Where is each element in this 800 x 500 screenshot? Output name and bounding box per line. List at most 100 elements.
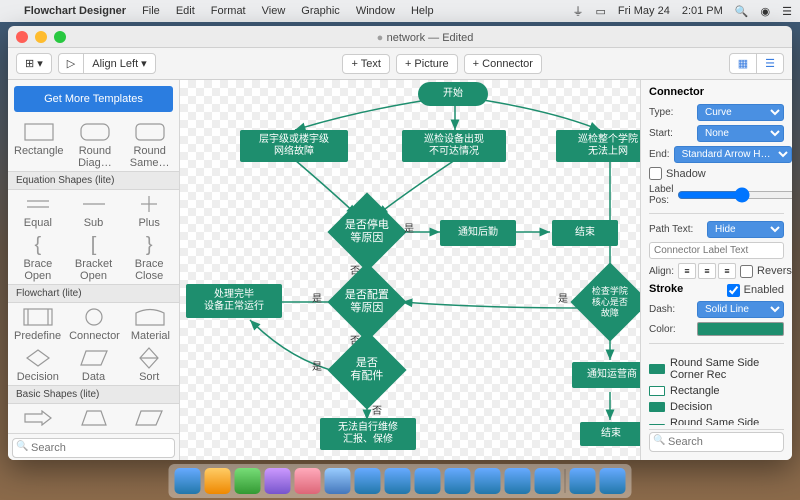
node-end-2[interactable]: 结束	[580, 422, 640, 446]
dock-app[interactable]	[505, 468, 531, 494]
notifications-icon[interactable]: ☰	[782, 5, 792, 18]
reverse-checkbox[interactable]	[740, 265, 753, 278]
node-campus[interactable]: 巡检整个学院 无法上网	[556, 130, 640, 162]
connector-label-input[interactable]	[649, 242, 784, 259]
zoom-button[interactable]	[54, 31, 66, 43]
type-select[interactable]: Curve	[697, 104, 784, 121]
shape-connector[interactable]: Connector	[69, 305, 120, 342]
node-inspect[interactable]: 巡检设备出现 不可达情况	[402, 130, 506, 162]
add-picture-button[interactable]: + Picture	[396, 54, 458, 74]
menu-view[interactable]: View	[262, 5, 286, 17]
color-swatch[interactable]	[697, 322, 784, 336]
menu-window[interactable]: Window	[356, 5, 395, 17]
start-select[interactable]: None	[697, 125, 784, 142]
shape-trapezoid[interactable]	[70, 406, 118, 431]
shape-decision[interactable]: Decision	[14, 346, 62, 383]
wifi-icon[interactable]: ⏚	[572, 3, 583, 19]
dock-app[interactable]	[205, 468, 231, 494]
node-start[interactable]: 开始	[418, 82, 488, 106]
view-grid-button[interactable]: ▦	[729, 53, 757, 74]
label-yes-3: 是	[558, 290, 568, 305]
align-right-button[interactable]: ≡	[718, 263, 736, 279]
dock-app[interactable]	[385, 468, 411, 494]
shape-material[interactable]: Material	[128, 305, 173, 342]
dock-app[interactable]	[355, 468, 381, 494]
end-select[interactable]: Standard Arrow H…	[674, 146, 792, 163]
shape-predefine[interactable]: Predefine	[14, 305, 61, 342]
shape-brace-open[interactable]: {Brace Open	[14, 233, 62, 282]
list-item[interactable]: Round Same Side Corner Rec	[649, 355, 784, 383]
node-notify-isp[interactable]: 通知运营商	[572, 362, 640, 388]
list-item[interactable]: Decision	[649, 399, 784, 415]
dock-app[interactable]	[535, 468, 561, 494]
dock-app[interactable]	[265, 468, 291, 494]
shape-data[interactable]: Data	[70, 346, 118, 383]
menu-graphic[interactable]: Graphic	[301, 5, 340, 17]
align-left-button[interactable]: ≡	[678, 263, 696, 279]
get-templates-button[interactable]: Get More Templates	[14, 86, 173, 112]
node-core-decision[interactable]: 检查学院 核心是否 故障	[570, 262, 640, 341]
node-cant-fix[interactable]: 无法自行维修 汇报、保修	[320, 418, 416, 450]
section-basic[interactable]: Basic Shapes (lite)	[8, 385, 179, 404]
library-dropdown[interactable]: ⊞ ▾	[16, 53, 52, 74]
shape-plus[interactable]: Plus	[125, 192, 173, 229]
minimize-button[interactable]	[35, 31, 47, 43]
section-equation[interactable]: Equation Shapes (lite)	[8, 171, 179, 190]
label-yes-1: 是	[404, 220, 414, 235]
shape-parallelogram[interactable]	[125, 406, 173, 431]
node-fault[interactable]: 层宇级或楼宇级 网络故障	[240, 130, 348, 162]
shape-round-same[interactable]: Round Same…	[126, 120, 173, 169]
node-power-decision[interactable]: 是否停电 等原因	[327, 192, 406, 271]
shapes-search-input[interactable]	[12, 438, 175, 458]
window-title: ● network — Edited	[66, 30, 784, 44]
menu-file[interactable]: File	[142, 5, 160, 17]
node-end-1[interactable]: 结束	[552, 220, 618, 246]
menu-edit[interactable]: Edit	[176, 5, 195, 17]
node-done[interactable]: 处理完毕 设备正常运行	[186, 284, 282, 318]
type-label: Type:	[649, 107, 693, 118]
siri-icon[interactable]: ◉	[761, 5, 771, 18]
align-center-button[interactable]: ≡	[698, 263, 716, 279]
dock-app[interactable]	[475, 468, 501, 494]
add-text-button[interactable]: + Text	[342, 54, 389, 74]
node-spare-decision[interactable]: 是否 有配件	[327, 330, 406, 409]
labelpos-slider[interactable]	[677, 187, 792, 203]
close-button[interactable]	[16, 31, 28, 43]
pointer-tool[interactable]: ▷	[58, 53, 84, 74]
menu-help[interactable]: Help	[411, 5, 434, 17]
shape-arrow[interactable]	[14, 406, 62, 431]
dock-app[interactable]	[445, 468, 471, 494]
shape-equal[interactable]: Equal	[14, 192, 62, 229]
shape-sub[interactable]: Sub	[70, 192, 118, 229]
app-name[interactable]: Flowchart Designer	[24, 5, 126, 17]
dock-app[interactable]	[235, 468, 261, 494]
list-item[interactable]: Round Same Side Corner Rec	[649, 415, 784, 425]
shape-sort[interactable]: Sort	[125, 346, 173, 383]
dash-select[interactable]: Solid Line	[697, 301, 784, 318]
spotlight-icon[interactable]: 🔍	[735, 5, 749, 18]
dock-app[interactable]	[600, 468, 626, 494]
section-flowchart[interactable]: Flowchart (lite)	[8, 284, 179, 303]
align-dropdown[interactable]: Align Left ▾	[83, 53, 155, 74]
list-item[interactable]: Rectangle	[649, 383, 784, 399]
shape-rectangle[interactable]: Rectangle	[14, 120, 64, 169]
shadow-checkbox[interactable]	[649, 167, 662, 180]
dock-app[interactable]	[415, 468, 441, 494]
enabled-checkbox[interactable]	[727, 284, 740, 297]
menu-format[interactable]: Format	[211, 5, 246, 17]
dock-app[interactable]	[295, 468, 321, 494]
shape-round-diag[interactable]: Round Diag…	[72, 120, 119, 169]
add-connector-button[interactable]: + Connector	[464, 54, 542, 74]
battery-icon[interactable]: ▭	[595, 5, 605, 18]
canvas[interactable]: 开始 层宇级或楼宇级 网络故障 巡检设备出现 不可达情况 巡检整个学院 无法上网…	[180, 80, 640, 460]
shape-brace-close[interactable]: }Brace Close	[125, 233, 173, 282]
align-label: Align:	[649, 266, 674, 277]
view-list-button[interactable]: ☰	[756, 53, 784, 74]
dock-app[interactable]	[570, 468, 596, 494]
node-notify-logistics[interactable]: 通知后勤	[440, 220, 516, 246]
pathtext-select[interactable]: Hide	[707, 221, 784, 238]
objects-search-input[interactable]	[649, 432, 784, 452]
dock-app[interactable]	[325, 468, 351, 494]
shape-bracket-open[interactable]: [Bracket Open	[70, 233, 118, 282]
dock-app[interactable]	[175, 468, 201, 494]
